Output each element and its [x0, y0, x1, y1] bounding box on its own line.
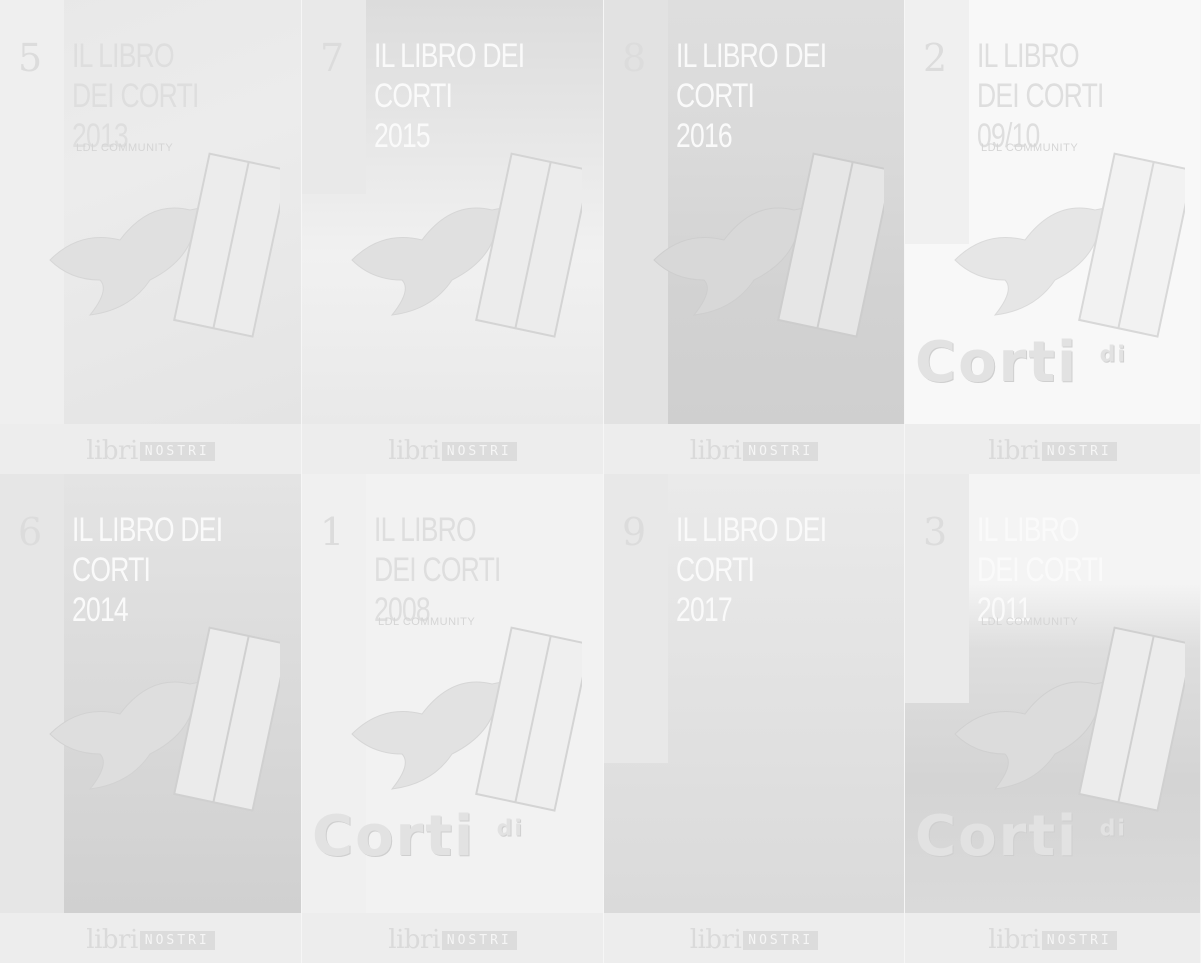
volume-number: 8 [622, 36, 647, 80]
hummingbird-with-book-icon [954, 626, 1185, 812]
volume-number: 6 [18, 510, 43, 554]
book-title: IL LIBRO DEI CORTI 2011 [977, 511, 1104, 629]
book-title: IL LIBRO DEI CORTI 2008 [374, 511, 501, 629]
book-cover-2017[interactable]: 9 IL LIBRO DEI CORTI 2017 libri NOSTRI [604, 474, 905, 963]
book-cover-2014[interactable]: 6 IL LIBRO DEI CORTI 2014 libri NOSTRI [0, 474, 302, 963]
book-cover-2015[interactable]: 7 IL LIBRO DEI CORTI 2015 libri NOSTRI [302, 0, 604, 474]
hummingbird-with-book-icon [351, 626, 582, 812]
book-cover-2013[interactable]: 5 IL LIBRO DEI CORTI 2013 LDL COMMUNITY … [0, 0, 302, 474]
book-cover-2016[interactable]: 8 IL LIBRO DEI CORTI 2016 libri NOSTRI [604, 0, 905, 474]
book-title: IL LIBRO DEI CORTI 2016 [676, 37, 827, 155]
corti-logo: Corti di [915, 804, 1127, 869]
volume-number: 3 [923, 510, 948, 554]
book-cover-2011[interactable]: 3 IL LIBRO DEI CORTI 2011 LDL COMMUNITY … [905, 474, 1201, 963]
volume-number: 9 [622, 510, 647, 554]
book-cover-2008[interactable]: 1 IL LIBRO DEI CORTI 2008 LDL COMMUNITY … [302, 474, 604, 963]
volume-number: 5 [18, 36, 43, 80]
book-cover-2009-2010[interactable]: 2 IL LIBRO DEI CORTI 09/10 LDL COMMUNITY… [905, 0, 1201, 474]
publisher-logo: libri NOSTRI [905, 925, 1200, 955]
book-title: IL LIBRO DEI CORTI 2013 [72, 37, 199, 155]
publisher-logo: libri NOSTRI [604, 925, 904, 955]
publisher-logo: libri NOSTRI [302, 925, 603, 955]
publisher-logo: libri NOSTRI [0, 925, 301, 955]
publisher-logo: libri NOSTRI [905, 436, 1200, 466]
hummingbird-with-book-icon [49, 626, 280, 812]
book-title: IL LIBRO DEI CORTI 09/10 [977, 37, 1104, 155]
corti-logo: Corti di [312, 804, 524, 869]
book-title: IL LIBRO DEI CORTI 2014 [72, 511, 223, 629]
volume-number: 7 [320, 36, 345, 80]
book-title: IL LIBRO DEI CORTI 2015 [374, 37, 525, 155]
publisher-logo: libri NOSTRI [302, 436, 603, 466]
volume-number: 1 [320, 510, 345, 554]
book-title: IL LIBRO DEI CORTI 2017 [676, 511, 827, 629]
hummingbird-with-book-icon [49, 152, 280, 338]
publisher-logo: libri NOSTRI [604, 436, 904, 466]
volume-number: 2 [923, 36, 948, 80]
hummingbird-with-book-icon [351, 152, 582, 338]
publisher-logo: libri NOSTRI [0, 436, 301, 466]
corti-logo: Corti di [915, 330, 1127, 395]
hummingbird-with-book-icon [954, 152, 1185, 338]
book-cover-grid: 5 IL LIBRO DEI CORTI 2013 LDL COMMUNITY … [0, 0, 1201, 963]
hummingbird-with-book-icon [653, 152, 884, 338]
